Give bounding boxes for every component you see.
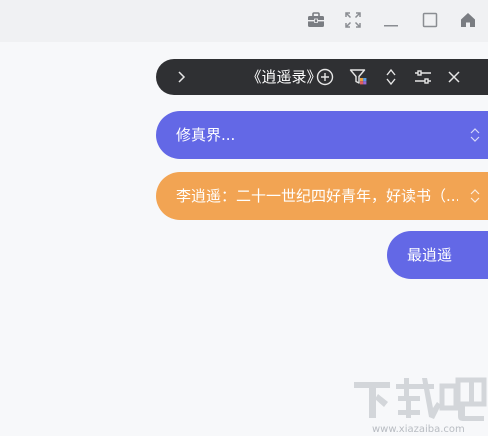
toolbox-icon[interactable]: [305, 9, 327, 31]
maximize-icon[interactable]: [419, 9, 441, 31]
minimize-icon[interactable]: [380, 9, 402, 31]
action-button[interactable]: 最逍遥: [387, 231, 488, 279]
world-select[interactable]: 修真界...: [156, 111, 488, 159]
watermark-url: www.xiazaiba.com: [372, 424, 465, 435]
window-titlebar: [0, 0, 488, 42]
select-updown-icon: [470, 189, 480, 203]
character-select[interactable]: 李逍遥：二十一世纪四好青年，好读书（...: [156, 172, 488, 220]
sort-updown-icon[interactable]: [380, 66, 402, 88]
select-updown-icon: [470, 128, 480, 142]
chevron-right-icon[interactable]: [170, 66, 192, 88]
story-toolbar: 《逍遥录》: [156, 59, 488, 95]
character-select-value: 李逍遥：二十一世纪四好青年，好读书（...: [176, 187, 458, 205]
fullscreen-icon[interactable]: [342, 9, 364, 31]
sliders-icon[interactable]: [412, 66, 434, 88]
add-circle-icon[interactable]: [314, 66, 336, 88]
close-icon[interactable]: [443, 66, 465, 88]
home-icon[interactable]: [457, 9, 479, 31]
filter-icon[interactable]: [347, 66, 369, 88]
story-title: 《逍遥录》: [246, 68, 322, 86]
world-select-value: 修真界...: [176, 126, 236, 144]
